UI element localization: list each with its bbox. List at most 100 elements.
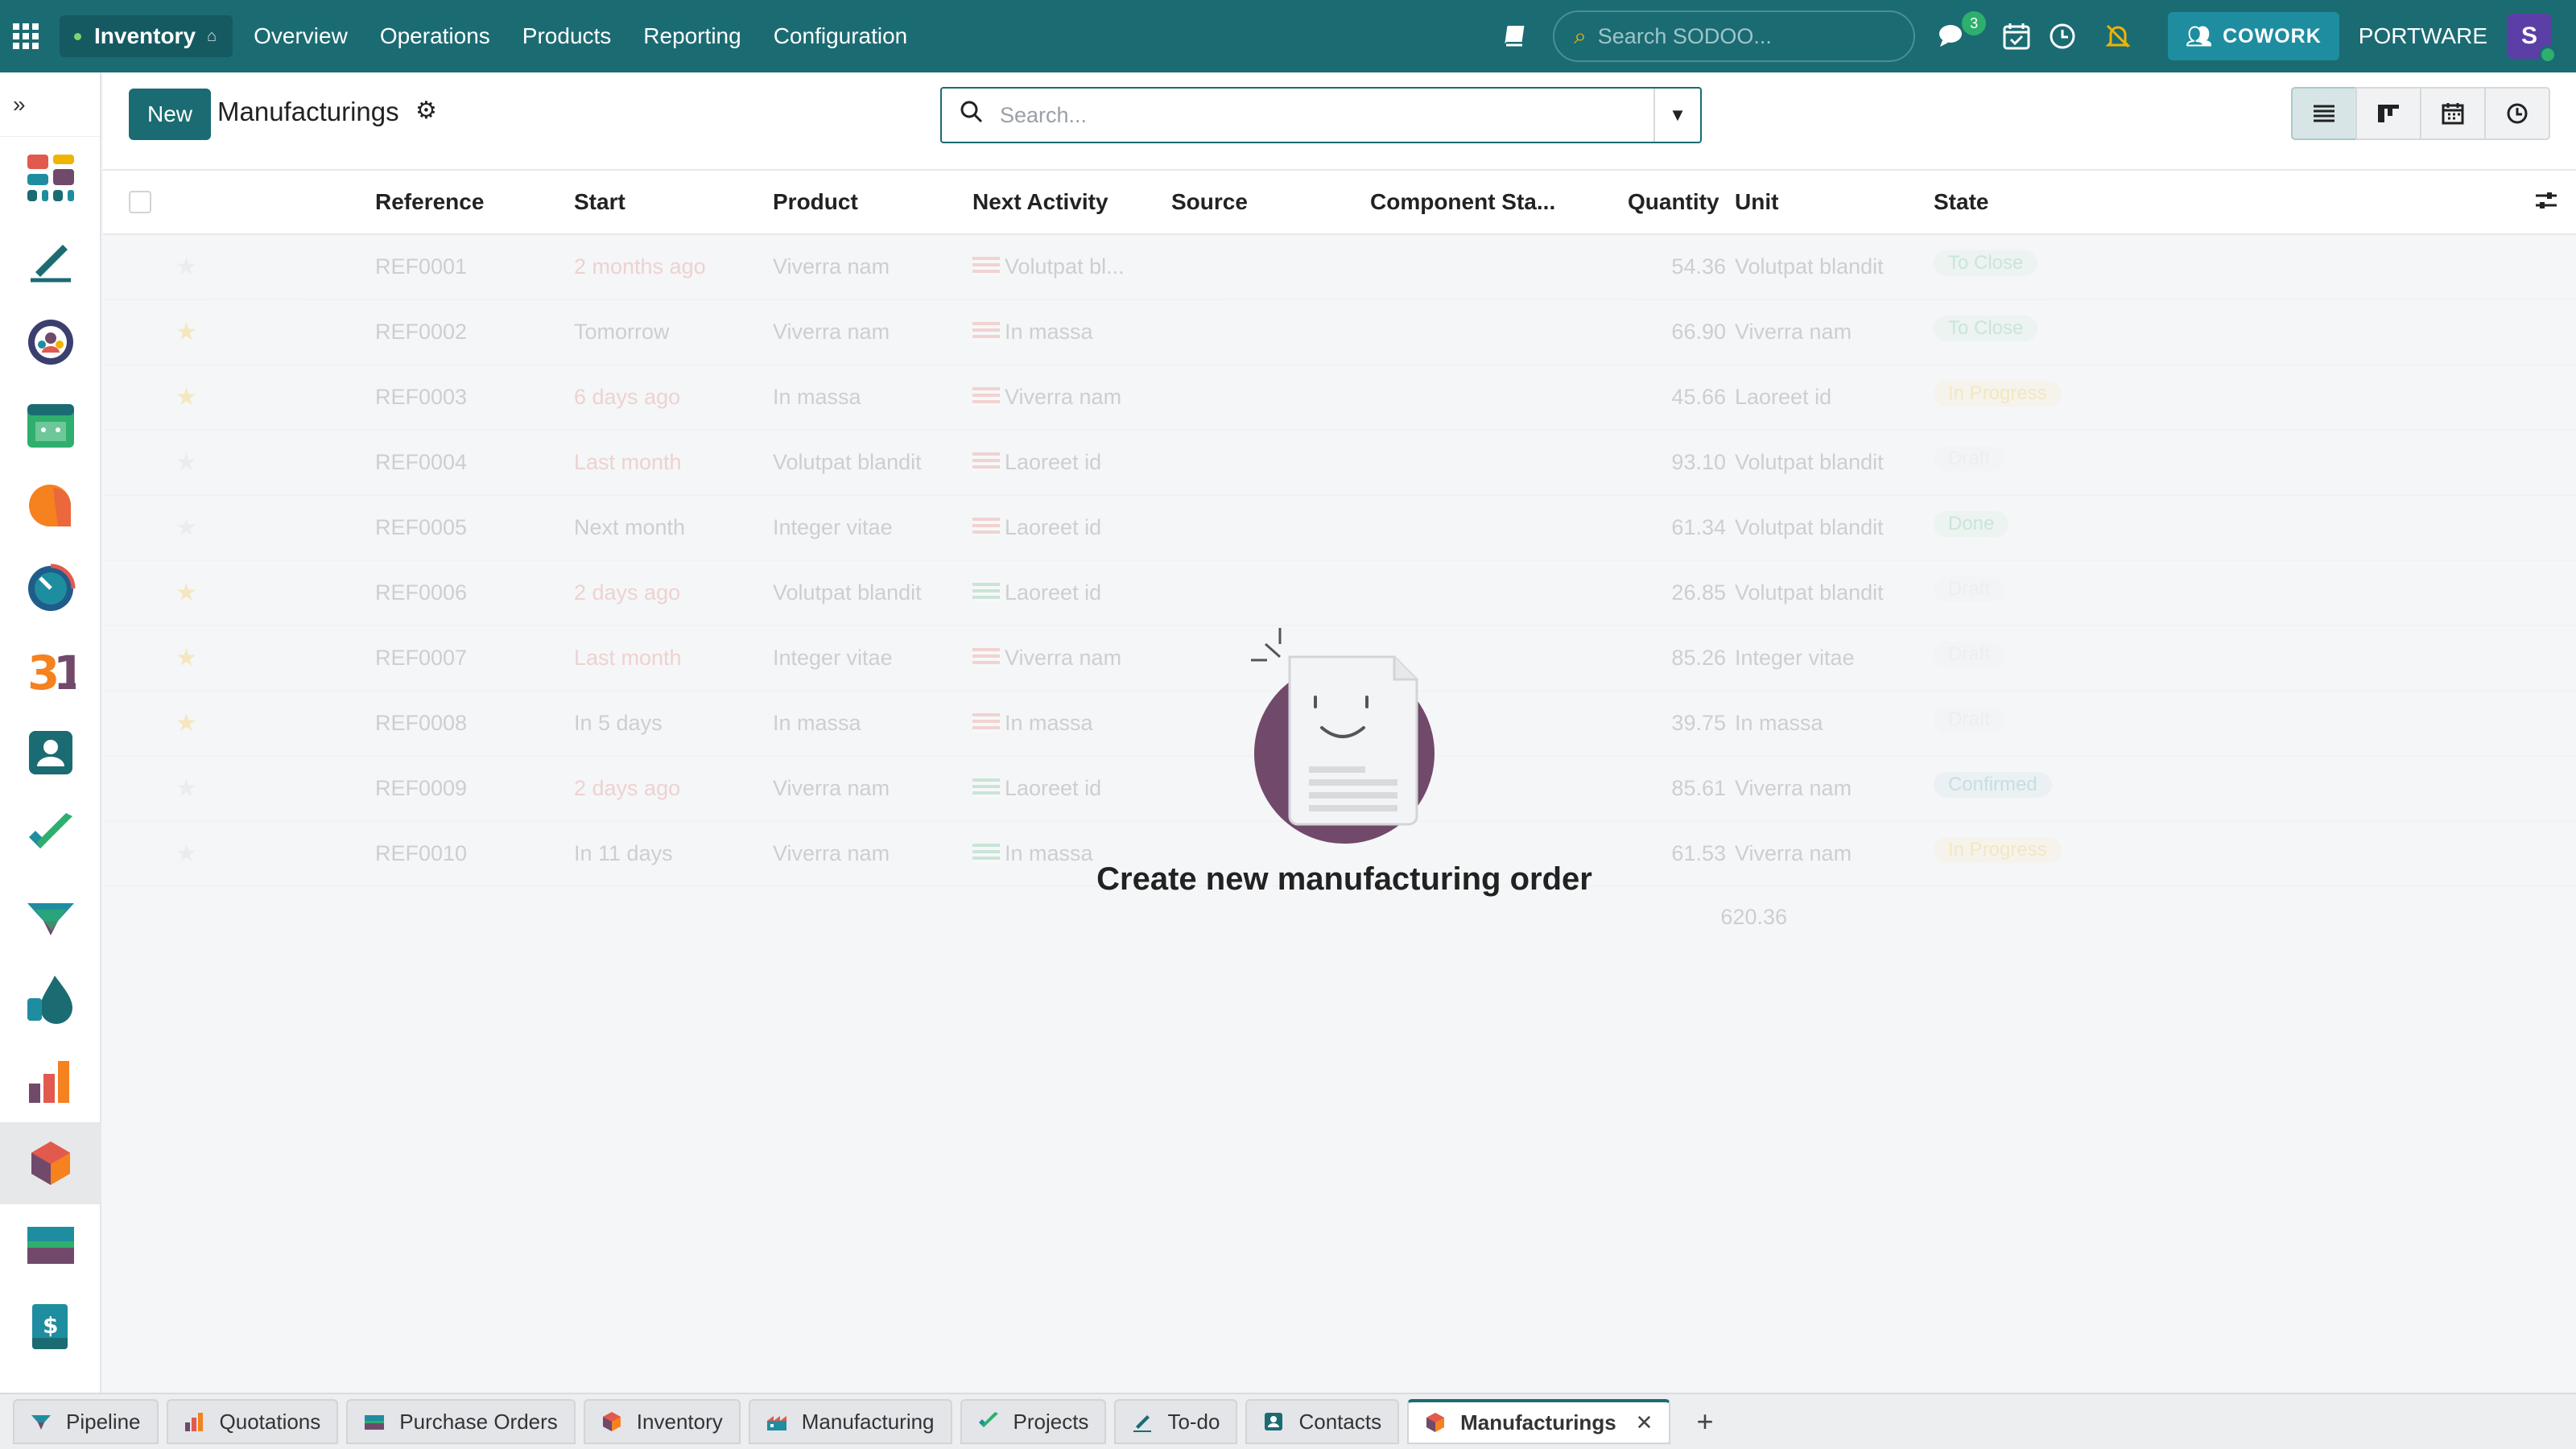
- select-all-checkbox[interactable]: [129, 191, 151, 213]
- table-row[interactable]: ★ REF0002 Tomorrow Viverra nam In massa …: [103, 300, 2576, 365]
- activity-flag-icon[interactable]: [972, 322, 1000, 341]
- tab-inventory[interactable]: Inventory: [583, 1399, 741, 1444]
- priority-star-icon[interactable]: ★: [175, 644, 197, 672]
- sidebar-app-drop-icon[interactable]: [0, 958, 101, 1040]
- sidebar-app-todo-check-icon[interactable]: [0, 794, 101, 876]
- sidebar-app-sign-icon[interactable]: [0, 219, 101, 301]
- tab-purchase-orders[interactable]: Purchase Orders: [346, 1399, 576, 1444]
- priority-star-icon[interactable]: ★: [175, 709, 197, 737]
- activity-view-icon[interactable]: [2484, 87, 2550, 140]
- activity-flag-icon[interactable]: [972, 387, 1000, 407]
- current-app-chip[interactable]: Inventory ⌂: [60, 15, 233, 57]
- activity-flag-icon[interactable]: [972, 778, 1000, 798]
- calendar-view-icon[interactable]: [2420, 87, 2486, 140]
- tab-label: Contacts: [1298, 1409, 1382, 1434]
- global-search-box[interactable]: ⌕: [1553, 10, 1916, 62]
- sidebar-app-calendar-icon[interactable]: [0, 383, 101, 465]
- expand-sidebar-icon[interactable]: »: [0, 72, 100, 137]
- company-switcher[interactable]: PORTWARE: [2359, 23, 2487, 49]
- priority-star-icon[interactable]: ★: [175, 448, 197, 477]
- app-menu-button[interactable]: [0, 0, 52, 72]
- priority-star-icon[interactable]: ★: [175, 383, 197, 411]
- sidebar-app-pipeline-icon[interactable]: [0, 876, 101, 958]
- col-state[interactable]: State: [1934, 189, 1988, 215]
- col-component-status[interactable]: Component Sta...: [1370, 189, 1555, 215]
- sidebar-app-reporting-icon[interactable]: [0, 1040, 101, 1122]
- cell-start: Next month: [574, 515, 686, 539]
- tab-pipeline[interactable]: Pipeline: [13, 1399, 159, 1444]
- priority-star-icon[interactable]: ★: [175, 514, 197, 542]
- tab-quotations[interactable]: Quotations: [166, 1399, 339, 1444]
- activity-flag-icon[interactable]: [972, 844, 1000, 863]
- sidebar-app-dashboards-icon[interactable]: [0, 137, 101, 219]
- tab-contacts[interactable]: Contacts: [1245, 1399, 1400, 1444]
- priority-star-icon[interactable]: ★: [175, 774, 197, 803]
- priority-star-icon[interactable]: ★: [175, 253, 197, 281]
- sidebar-app-calendar-31-icon[interactable]: 31: [0, 630, 101, 712]
- cell-unit: Integer vitae: [1735, 646, 1855, 670]
- clock-icon[interactable]: [2049, 23, 2076, 50]
- menu-configuration[interactable]: Configuration: [774, 23, 908, 49]
- activity-flag-icon[interactable]: [972, 583, 1000, 602]
- priority-star-icon[interactable]: ★: [175, 840, 197, 868]
- table-row[interactable]: ★ REF0003 6 days ago In massa Viverra na…: [103, 365, 2576, 431]
- messages-icon[interactable]: 3: [1938, 11, 1987, 50]
- col-unit[interactable]: Unit: [1735, 189, 1778, 215]
- sidebar-app-timer-icon[interactable]: [0, 547, 101, 630]
- table-row[interactable]: ★ REF0001 2 months ago Viverra nam Volut…: [103, 235, 2576, 300]
- tab-manufacturings[interactable]: Manufacturings ✕: [1407, 1399, 1671, 1444]
- activity-flag-icon[interactable]: [972, 518, 1000, 537]
- tab-manufacturing[interactable]: Manufacturing: [748, 1399, 952, 1444]
- menu-reporting[interactable]: Reporting: [643, 23, 741, 49]
- search-options-toggle[interactable]: ▼: [1653, 89, 1700, 142]
- sidebar-app-contacts-icon[interactable]: [0, 712, 101, 794]
- menu-products[interactable]: Products: [522, 23, 612, 49]
- table-row[interactable]: ★ REF0004 Last month Volutpat blandit La…: [103, 431, 2576, 496]
- sidebar-app-invoicing-icon[interactable]: $: [0, 1286, 101, 1368]
- cell-product: In massa: [773, 711, 861, 735]
- col-source[interactable]: Source: [1171, 189, 1248, 215]
- sidebar-app-manufacturing-icon[interactable]: [0, 1122, 101, 1204]
- activity-flag-icon[interactable]: [972, 713, 1000, 733]
- close-tab-icon[interactable]: ✕: [1636, 1410, 1653, 1435]
- menu-operations[interactable]: Operations: [380, 23, 490, 49]
- add-tab-icon[interactable]: +: [1696, 1405, 1713, 1439]
- search-bar[interactable]: ▼: [940, 87, 1702, 143]
- user-avatar[interactable]: S: [2507, 14, 2557, 64]
- bell-slash-icon[interactable]: [2103, 22, 2132, 51]
- calendar-check-icon[interactable]: [2002, 22, 2031, 51]
- col-start[interactable]: Start: [574, 189, 625, 215]
- priority-star-icon[interactable]: ★: [175, 579, 197, 607]
- col-quantity[interactable]: Quantity: [1628, 189, 1719, 215]
- activity-flag-icon[interactable]: [972, 452, 1000, 472]
- col-next-activity[interactable]: Next Activity: [972, 189, 1108, 215]
- knowledge-book-icon[interactable]: [1501, 23, 1529, 50]
- activity-flag-icon[interactable]: [972, 648, 1000, 667]
- activity-flag-icon[interactable]: [972, 257, 1000, 276]
- new-button[interactable]: New: [129, 89, 211, 140]
- col-reference[interactable]: Reference: [375, 189, 484, 215]
- grid-icon: [13, 23, 39, 49]
- cell-reference: REF0006: [375, 580, 468, 605]
- sidebar-app-discuss-icon[interactable]: [0, 465, 101, 547]
- tab-projects[interactable]: Projects: [960, 1399, 1107, 1444]
- sidebar-app-purchase-icon[interactable]: [0, 1204, 101, 1286]
- optional-columns-icon[interactable]: [2534, 188, 2558, 218]
- list-view-icon[interactable]: [2291, 87, 2357, 140]
- cell-start: Tomorrow: [574, 320, 670, 344]
- table-row[interactable]: ★ REF0005 Next month Integer vitae Laore…: [103, 496, 2576, 561]
- table-row[interactable]: ★ REF0006 2 days ago Volutpat blandit La…: [103, 561, 2576, 626]
- menu-overview[interactable]: Overview: [254, 23, 348, 49]
- gear-icon[interactable]: ⚙: [415, 97, 437, 125]
- kanban-view-icon[interactable]: [2355, 87, 2421, 140]
- cell-start: 2 days ago: [574, 580, 681, 605]
- cowork-button[interactable]: 👥︎ COWORK: [2168, 12, 2339, 60]
- tab-to-do[interactable]: To-do: [1114, 1399, 1238, 1444]
- sidebar-app-community-icon[interactable]: [0, 301, 101, 383]
- search-input[interactable]: [1000, 102, 1653, 128]
- col-product[interactable]: Product: [773, 189, 858, 215]
- cell-unit: Laoreet id: [1735, 385, 1832, 409]
- priority-star-icon[interactable]: ★: [175, 318, 197, 346]
- empty-state-helper: Create new manufacturing order: [1071, 625, 1618, 898]
- global-search-input[interactable]: [1597, 23, 1888, 49]
